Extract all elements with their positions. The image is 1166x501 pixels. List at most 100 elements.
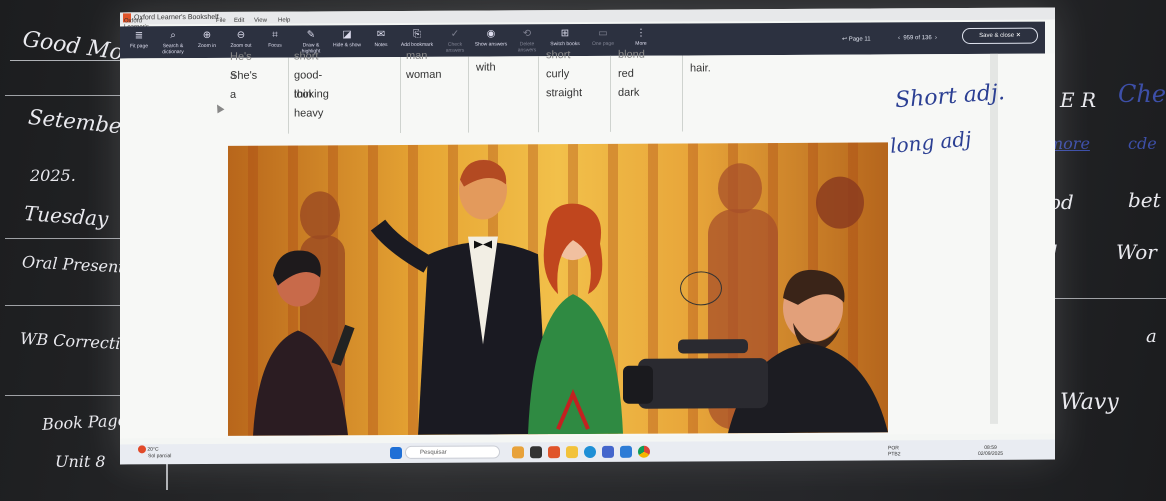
focus-label: Focus — [268, 42, 282, 49]
table-divider — [682, 55, 683, 132]
show-answers-label: Show answers — [474, 41, 508, 48]
board-weekday: Tuesday — [23, 201, 110, 231]
weather-temp: 20°C — [147, 446, 159, 453]
zoom-in-label: Zoom in — [197, 42, 217, 50]
delete-answers-button[interactable]: ⟲ Delete answers — [510, 28, 544, 53]
menu-file[interactable]: File — [216, 18, 226, 24]
search-dictionary-label: Search & dictionary — [162, 43, 184, 56]
fit-page-button[interactable]: ≣ Fit page — [122, 30, 156, 49]
zoom-out-button[interactable]: ⊖ Zoom out — [224, 30, 258, 49]
focus-icon: ⌗ — [272, 29, 278, 41]
one-page-icon: ▭ — [598, 27, 608, 39]
weather-icon — [138, 445, 146, 454]
fit-page-icon: ≣ — [134, 30, 144, 42]
save-close-button[interactable]: Save & close ✕ — [962, 27, 1038, 45]
oxford-app-icon[interactable] — [548, 446, 560, 459]
taskbar-search[interactable]: Pesquisar — [405, 445, 500, 459]
table-divider — [610, 55, 611, 132]
table-col-hair-color: blond red dark — [618, 46, 645, 103]
more-button[interactable]: ⋮ More — [624, 28, 658, 47]
save-close-label: Save & close — [979, 32, 1015, 39]
board-item-unit: Unit 8 — [55, 452, 106, 471]
page-back-link[interactable]: ↩ Page 11 — [842, 36, 871, 43]
page-back-label: Page 11 — [848, 36, 871, 43]
table-col-noun: man woman — [406, 47, 441, 85]
search-icon: ⌕ — [170, 30, 176, 42]
show-answers-button[interactable]: ◉ Show answers — [474, 28, 508, 47]
task-view-icon[interactable] — [530, 446, 542, 459]
board-right-wor: Wor — [1116, 240, 1157, 264]
focus-button[interactable]: ⌗ Focus — [258, 30, 292, 49]
zoom-in-button[interactable]: ⊕ Zoom in — [190, 30, 224, 49]
page-navigator[interactable]: ‹ 959 of 136 › — [898, 35, 937, 41]
table-col-adjective: short good-looking thin heavy — [294, 47, 329, 123]
table-col-hair: hair. — [690, 59, 711, 78]
eye-icon: ◉ — [486, 28, 496, 40]
board-right-wavy: Wavy — [1060, 390, 1119, 415]
menu-view[interactable]: View — [254, 18, 267, 24]
weather-desc: Sol parcial — [148, 453, 172, 460]
table-col-with: with — [476, 58, 496, 77]
table-cell: red — [618, 67, 634, 80]
menu-edit[interactable]: Edit — [234, 18, 244, 24]
check-icon: ✓ — [450, 28, 460, 40]
tuxedo-arm — [370, 219, 433, 273]
one-page-button[interactable]: ▭ One page — [586, 28, 620, 47]
board-year: 2025. — [30, 166, 76, 185]
check-answers-button[interactable]: ✓ Check answers — [438, 29, 472, 54]
table-cell: short — [546, 49, 571, 62]
table-cell: dark — [618, 86, 640, 99]
board-right-che: Che — [1118, 80, 1166, 108]
green-dress — [528, 294, 623, 435]
file-explorer-icon[interactable] — [566, 446, 578, 459]
whiteboard: Good Morning Setember 2nd 2025. Tuesday … — [0, 0, 1166, 501]
edge-icon[interactable] — [584, 445, 596, 459]
bookmark-icon: ⎘ — [413, 28, 421, 40]
table-cell: blond — [618, 48, 645, 61]
silhouette — [300, 191, 340, 240]
fit-page-label: Fit page — [129, 43, 149, 50]
table-col-hair-type: short curly straight — [546, 46, 582, 103]
notes-icon: ✉ — [376, 29, 386, 41]
page-scrollbar[interactable] — [990, 53, 998, 424]
app-icon[interactable] — [602, 445, 614, 458]
table-cell: He's a — [230, 50, 252, 82]
clock-date: 02/09/2025 — [978, 450, 1004, 457]
check-answers-label: Check answers — [445, 41, 465, 54]
more-icon: ⋮ — [636, 27, 646, 39]
notes-label: Notes — [374, 42, 388, 49]
widgets-icon[interactable] — [512, 446, 524, 459]
switch-books-button[interactable]: ⊞ Switch books — [548, 28, 582, 47]
chrome-icon[interactable] — [638, 445, 650, 458]
table-cell: good-looking — [294, 69, 329, 101]
hide-show-label: Hide & show — [332, 42, 362, 49]
menu-help[interactable]: Help — [278, 18, 290, 24]
taskbar-search-text: Pesquisar — [420, 449, 447, 456]
board-right-cde: cde — [1128, 134, 1157, 153]
hide-show-icon: ◪ — [342, 29, 352, 41]
language-indicator[interactable]: POR PTB2 — [888, 445, 901, 457]
clock[interactable]: 08:59 02/09/2025 — [978, 445, 1003, 457]
camera-handle — [678, 339, 748, 354]
start-button-icon[interactable] — [390, 446, 402, 460]
table-cell: curly — [546, 68, 570, 81]
windows-taskbar: 20°C Sol parcial Pesquisar POR PTB2 08:59… — [120, 439, 1055, 465]
notes-button[interactable]: ✉ Notes — [364, 29, 398, 48]
add-bookmark-button[interactable]: ⎘ Add bookmark — [400, 29, 434, 48]
party-illustration — [228, 142, 888, 436]
store-icon[interactable] — [620, 445, 632, 458]
silhouette — [718, 163, 762, 214]
toolbar: ≣ Fit page ⌕ Search & dictionary ⊕ Zoom in … — [120, 21, 1045, 59]
party-scene — [253, 159, 888, 436]
keyboard-layout: PTB2 — [888, 451, 901, 458]
weather-widget[interactable]: 20°C Sol parcial — [138, 445, 171, 459]
table-divider — [288, 57, 289, 134]
hide-show-button[interactable]: ◪ Hide & show — [330, 29, 364, 48]
annotation-circle — [680, 271, 722, 306]
board-right-a: a — [1146, 326, 1157, 347]
search-dictionary-button[interactable]: ⌕ Search & dictionary — [156, 30, 190, 55]
table-divider — [538, 56, 539, 133]
books-icon: ⊞ — [560, 28, 570, 40]
table-cell: straight — [546, 87, 583, 100]
table-cell: with — [476, 61, 496, 74]
